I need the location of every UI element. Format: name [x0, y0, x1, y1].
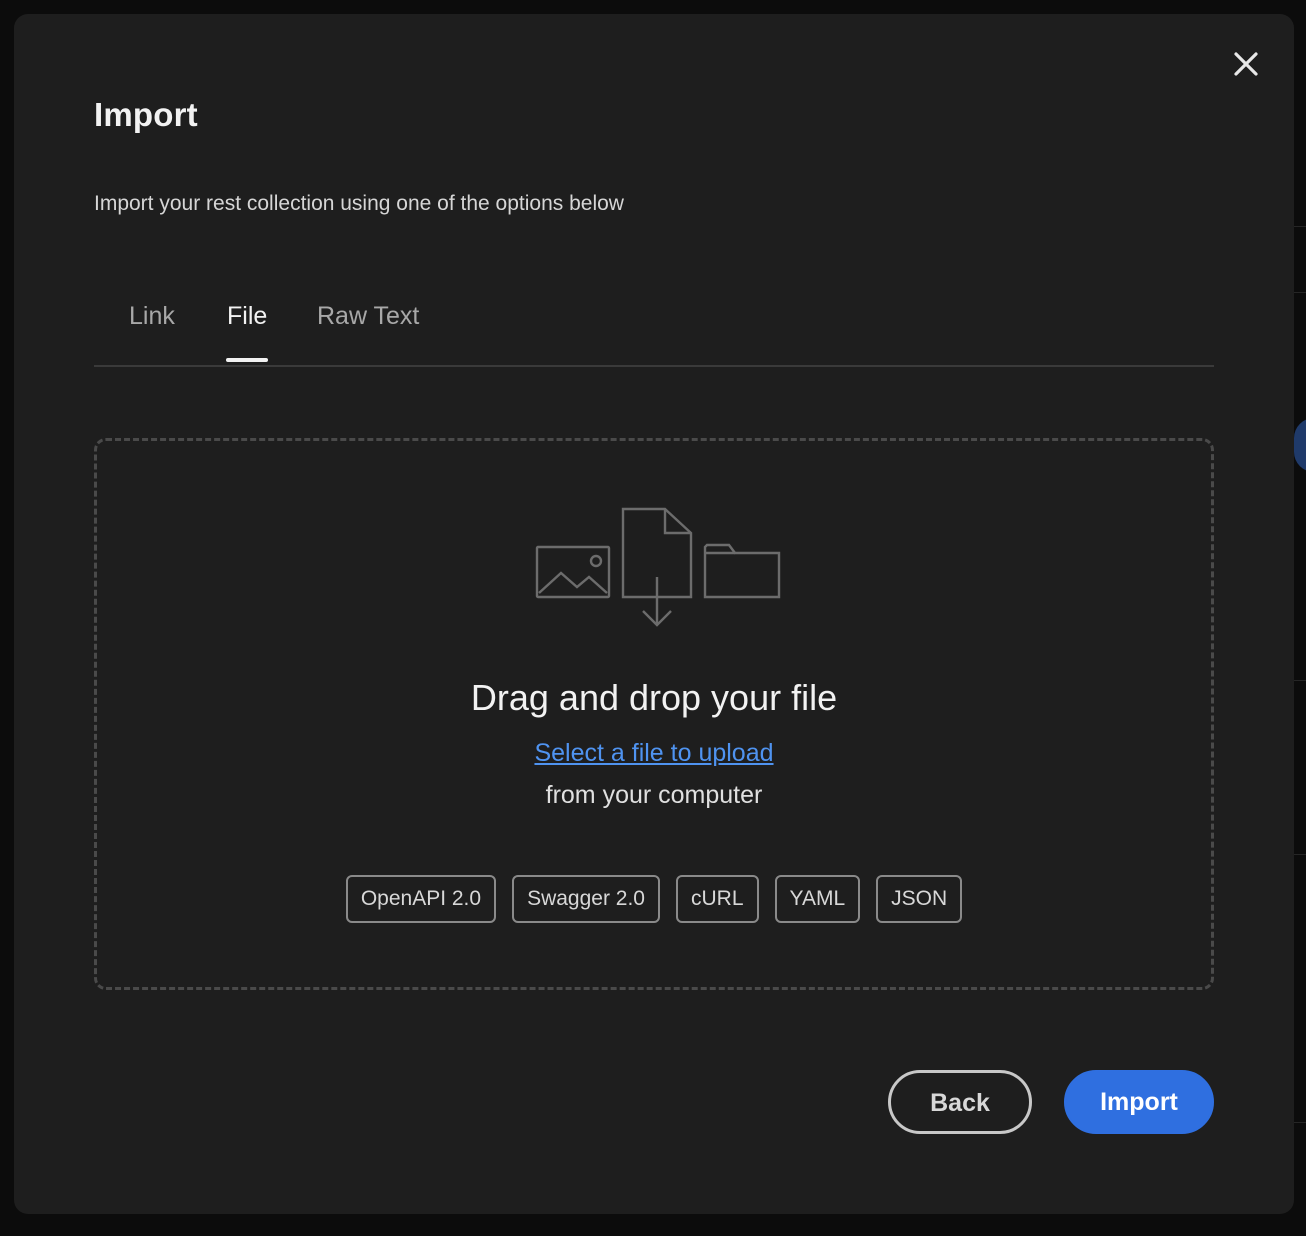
backdrop-divider	[1294, 226, 1306, 227]
backdrop-divider	[1294, 292, 1306, 293]
backdrop-divider	[1294, 680, 1306, 681]
backdrop-button	[1294, 418, 1306, 472]
format-badge-swagger: Swagger 2.0	[512, 875, 660, 923]
import-modal: Import Import your rest collection using…	[14, 14, 1294, 1214]
file-upload-illustration-icon	[535, 507, 781, 627]
format-badge-yaml: YAML	[774, 875, 861, 923]
select-file-link-wrapper: Select a file to upload	[97, 739, 1211, 768]
tab-file[interactable]: File	[227, 302, 267, 331]
import-tabs: Link File Raw Text	[94, 296, 1214, 367]
select-file-link[interactable]: Select a file to upload	[534, 739, 773, 767]
backdrop-divider	[1294, 1122, 1306, 1123]
dropzone-subtext: from your computer	[545, 781, 763, 809]
format-badge-curl: cURL	[676, 875, 759, 923]
tab-link[interactable]: Link	[129, 302, 175, 331]
backdrop-divider	[1294, 854, 1306, 855]
modal-title: Import	[94, 96, 198, 133]
format-badge-json: JSON	[876, 875, 963, 923]
active-tab-indicator	[226, 358, 268, 362]
close-button[interactable]	[1230, 48, 1262, 80]
supported-formats: OpenAPI 2.0 Swagger 2.0 cURL YAML JSON	[97, 875, 1211, 923]
dropzone-title: Drag and drop your file	[470, 677, 838, 718]
modal-subtitle: Import your rest collection using one of…	[94, 192, 624, 215]
import-button[interactable]: Import	[1064, 1070, 1214, 1134]
format-badge-openapi: OpenAPI 2.0	[345, 875, 497, 923]
file-dropzone[interactable]: Drag and drop your file Select a file to…	[94, 438, 1214, 990]
back-button[interactable]: Back	[888, 1070, 1032, 1134]
tab-raw-text[interactable]: Raw Text	[317, 302, 419, 331]
close-icon	[1234, 52, 1258, 76]
